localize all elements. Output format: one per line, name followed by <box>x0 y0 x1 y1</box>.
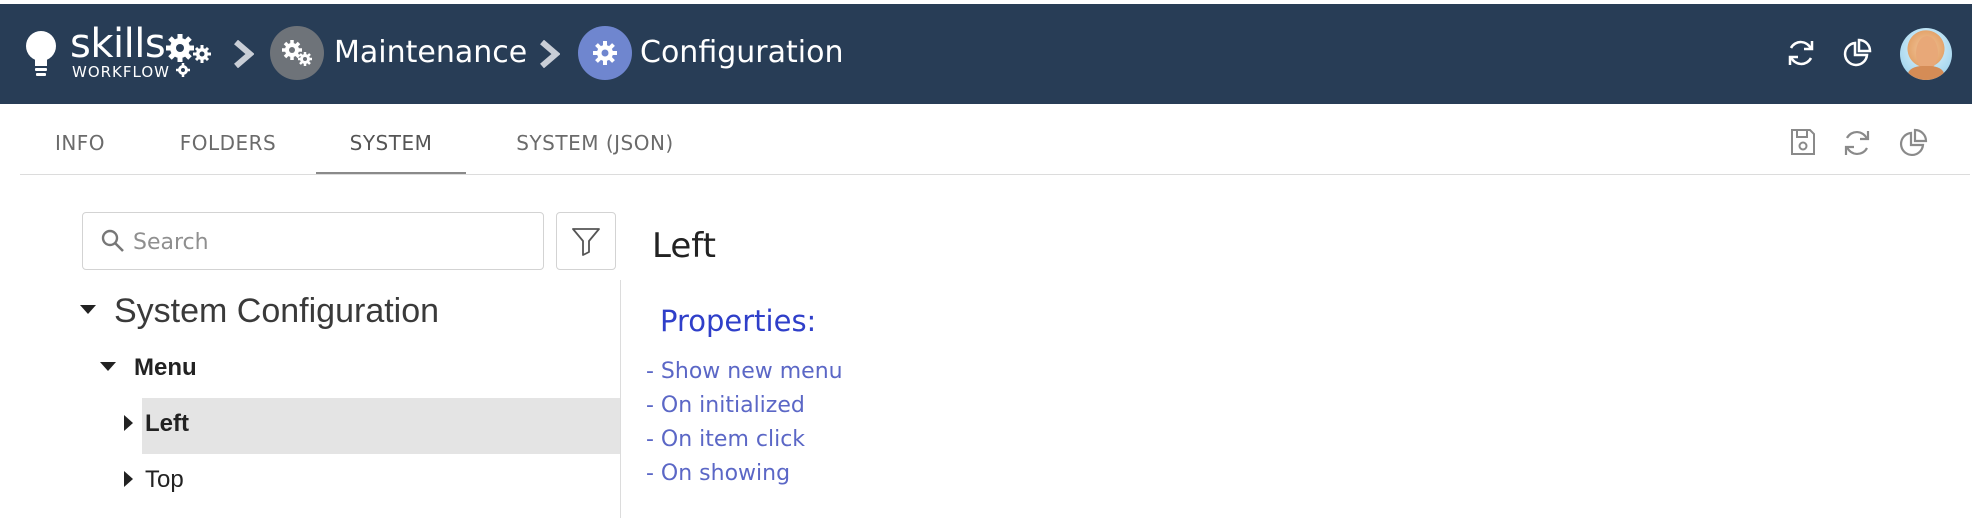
caret-down-icon[interactable] <box>100 362 116 371</box>
search-box <box>82 212 544 270</box>
search-input[interactable] <box>131 223 535 261</box>
selected-row-highlight <box>142 398 620 454</box>
tree-item-left[interactable]: Left <box>124 410 189 438</box>
refresh-icon[interactable] <box>1842 128 1872 158</box>
save-icon[interactable] <box>1790 128 1816 156</box>
gears-icon <box>166 34 211 77</box>
logo-text: skills <box>70 21 166 67</box>
tree-item-left-label: Left <box>145 410 189 437</box>
tab-bar: INFO FOLDERS SYSTEM SYSTEM (JSON) <box>20 104 1970 175</box>
tab-folders[interactable]: FOLDERS <box>162 104 294 172</box>
filter-button[interactable] <box>556 212 616 270</box>
tab-info[interactable]: INFO <box>36 104 124 172</box>
tab-system-json[interactable]: SYSTEM (JSON) <box>490 104 700 172</box>
user-avatar[interactable] <box>1900 28 1952 80</box>
gears-icon <box>282 40 312 66</box>
breadcrumb-configuration[interactable]: Configuration <box>640 34 843 72</box>
refresh-icon[interactable] <box>1786 38 1816 68</box>
panel-divider <box>620 280 621 518</box>
lightbulb-icon <box>26 31 56 76</box>
app-header: skills WORKFLOW Maintenance Configuratio… <box>0 4 1972 104</box>
caret-right-icon[interactable] <box>124 471 133 487</box>
properties-heading: Properties: <box>660 304 817 338</box>
caret-down-icon[interactable] <box>80 305 96 314</box>
filter-icon <box>572 228 600 256</box>
pie-chart-icon[interactable] <box>1842 38 1872 68</box>
detail-title: Left <box>652 226 716 266</box>
logo-subtext: WORKFLOW <box>72 63 170 81</box>
tree-node-menu[interactable]: Menu <box>100 354 197 382</box>
chevron-right-icon <box>540 40 560 68</box>
breadcrumb-maintenance[interactable]: Maintenance <box>334 34 527 72</box>
chevron-right-icon <box>234 40 254 68</box>
property-show-new-menu[interactable]: - Show new menu <box>646 355 843 389</box>
breadcrumb-maintenance-icon[interactable] <box>270 26 324 80</box>
tab-system[interactable]: SYSTEM <box>316 104 466 174</box>
property-on-initialized[interactable]: - On initialized <box>646 389 843 423</box>
pie-chart-icon[interactable] <box>1898 128 1928 158</box>
tree-node-menu-label: Menu <box>134 354 197 381</box>
gear-icon <box>593 41 617 65</box>
property-on-showing[interactable]: - On showing <box>646 457 843 491</box>
property-on-item-click[interactable]: - On item click <box>646 423 843 457</box>
tree-root-row[interactable]: System Configuration <box>80 292 439 331</box>
properties-list: - Show new menu - On initialized - On it… <box>646 355 843 491</box>
tree-item-top[interactable]: Top <box>124 466 184 494</box>
caret-right-icon[interactable] <box>124 415 133 431</box>
tree-root-label: System Configuration <box>114 292 440 330</box>
app-logo[interactable]: skills WORKFLOW <box>24 22 214 82</box>
breadcrumb-configuration-icon[interactable] <box>578 26 632 80</box>
search-icon <box>101 229 124 252</box>
tree-item-top-label: Top <box>145 466 184 493</box>
